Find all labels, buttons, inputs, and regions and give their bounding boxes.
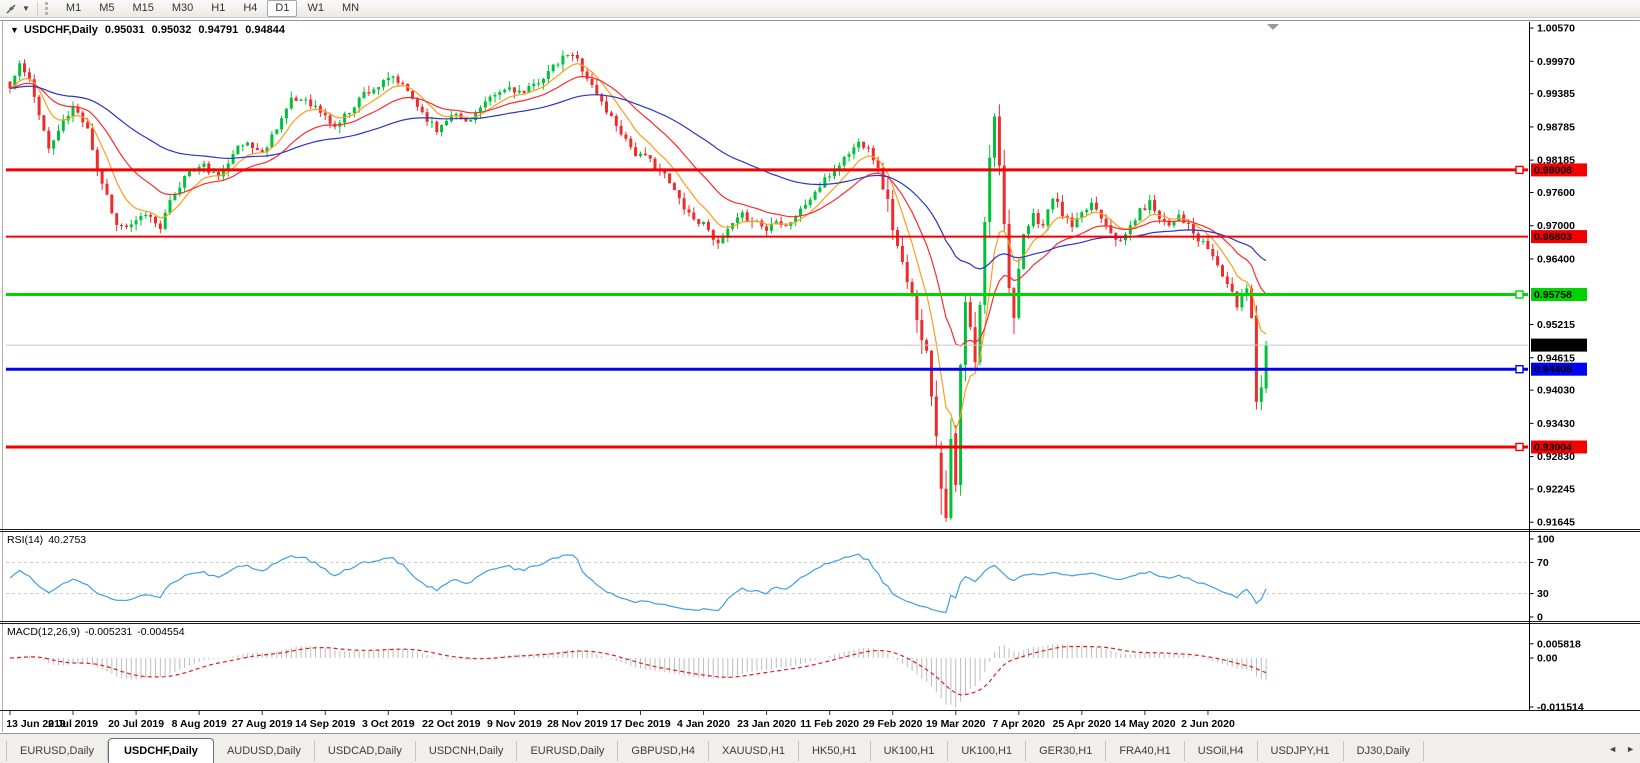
svg-text:0.96803: 0.96803 [1534, 231, 1572, 243]
chart-tab-usdchf-daily[interactable]: USDCHF,Daily [107, 738, 214, 763]
svg-text:0.94408: 0.94408 [1534, 364, 1572, 376]
chart-tab-dj30-daily[interactable]: DJ30,Daily [1344, 741, 1424, 761]
symbol-label: USDCHF,Daily [23, 24, 98, 36]
svg-text:19 Mar 2020: 19 Mar 2020 [926, 718, 986, 730]
svg-text:70: 70 [1537, 557, 1549, 569]
chart-tab-audusd-daily[interactable]: AUDUSD,Daily [214, 741, 315, 761]
timeframe-button-h4[interactable]: H4 [235, 0, 265, 17]
svg-text:0.97600: 0.97600 [1537, 187, 1575, 199]
svg-text:0.98008: 0.98008 [1534, 164, 1572, 176]
rsi-name: RSI(14) [7, 534, 44, 546]
svg-text:0.93004: 0.93004 [1534, 442, 1572, 454]
svg-text:0.94615: 0.94615 [1537, 352, 1575, 364]
svg-text:0.94844: 0.94844 [1534, 340, 1572, 352]
timeframe-button-h1[interactable]: H1 [203, 0, 233, 17]
top-toolbar: ▼ M1 M5 M15 M30 H1 H4 D1 W1 MN [0, 0, 1640, 18]
svg-text:0.96400: 0.96400 [1537, 253, 1575, 265]
svg-text:2 Jun 2020: 2 Jun 2020 [1181, 718, 1235, 730]
svg-text:0.93430: 0.93430 [1537, 418, 1575, 430]
svg-text:25 Apr 2020: 25 Apr 2020 [1053, 718, 1112, 730]
svg-text:29 Feb 2020: 29 Feb 2020 [863, 718, 923, 730]
rsi-label: RSI(14) 40.2753 [7, 534, 86, 546]
timeframe-button-d1[interactable]: D1 [267, 0, 298, 17]
chart-window: 1.00570 0.99970 0.99385 0.98785 0.98185 0.976… [0, 18, 1640, 733]
svg-text:7 Apr 2020: 7 Apr 2020 [992, 718, 1045, 730]
svg-text:100: 100 [1537, 534, 1555, 546]
chart-tab-usdcnh-daily[interactable]: USDCNH,Daily [416, 741, 518, 761]
tab-scroll-right-icon[interactable]: ► [1626, 744, 1635, 754]
svg-text:0.99970: 0.99970 [1537, 56, 1575, 68]
chart-tabs: EURUSD,Daily USDCHF,Daily AUDUSD,Daily USDC… [0, 734, 1424, 763]
svg-text:4 Jan 2020: 4 Jan 2020 [677, 718, 730, 730]
svg-text:30: 30 [1537, 588, 1549, 600]
svg-text:-0.011514: -0.011514 [1537, 702, 1584, 714]
chart-tab-eurusd-daily[interactable]: EURUSD,Daily [517, 741, 619, 761]
svg-text:23 Jan 2020: 23 Jan 2020 [737, 718, 796, 730]
macd-main-value: -0.005231 [84, 626, 133, 638]
svg-text:0.95758: 0.95758 [1534, 289, 1572, 301]
chart-tab-uk100-h1[interactable]: UK100,H1 [871, 741, 949, 761]
svg-text:11 Feb 2020: 11 Feb 2020 [800, 718, 859, 730]
timeframe-button-w1[interactable]: W1 [299, 0, 332, 17]
macd-name: MACD(12,26,9) [7, 626, 80, 638]
svg-text:0.98785: 0.98785 [1537, 121, 1575, 133]
svg-text:3 Oct 2019: 3 Oct 2019 [362, 718, 415, 730]
svg-text:0.92245: 0.92245 [1537, 484, 1575, 496]
chart-tab-xauusd-h1[interactable]: XAUUSD,H1 [709, 741, 799, 761]
svg-text:0.95215: 0.95215 [1537, 319, 1575, 331]
timeframe-button-m30[interactable]: M30 [164, 0, 201, 17]
tab-scroll-arrows: ◄ ► [1608, 744, 1635, 754]
svg-text:9 Nov 2019: 9 Nov 2019 [487, 718, 542, 730]
tab-scroll-left-icon[interactable]: ◄ [1608, 744, 1617, 754]
chart-tab-usdcad-daily[interactable]: USDCAD,Daily [315, 741, 416, 761]
chart-tabs-bar: EURUSD,Daily USDCHF,Daily AUDUSD,Daily USDC… [0, 733, 1640, 763]
chart-tab-usdjpy-h1[interactable]: USDJPY,H1 [1258, 741, 1344, 761]
svg-text:14 Sep 2019: 14 Sep 2019 [295, 718, 355, 730]
mt4-window: ▼ M1 M5 M15 M30 H1 H4 D1 W1 MN 1.00570 0.99970 0.9… [0, 0, 1640, 763]
svg-text:28 Nov 2019: 28 Nov 2019 [547, 718, 608, 730]
chart-tab-gbpusd-h4[interactable]: GBPUSD,H4 [618, 741, 709, 761]
timeframe-button-m15[interactable]: M15 [124, 0, 161, 17]
timeframe-button-m5[interactable]: M5 [91, 0, 122, 17]
svg-text:1.00570: 1.00570 [1537, 23, 1575, 35]
svg-text:0.91645: 0.91645 [1537, 517, 1575, 529]
toolbar-separator [36, 1, 38, 16]
ohlc-close-value: 0.94844 [245, 24, 285, 36]
chart-tab-hk50-h1[interactable]: HK50,H1 [799, 741, 871, 761]
svg-text:0.99385: 0.99385 [1537, 88, 1575, 100]
svg-text:8 Aug 2019: 8 Aug 2019 [172, 718, 227, 730]
chart-tab-uk100-h1[interactable]: UK100,H1 [948, 741, 1027, 761]
svg-text:20 Jul 2019: 20 Jul 2019 [108, 718, 164, 730]
chart-canvas[interactable]: 1.005700.999700.993850.987850.981850.976… [0, 18, 1640, 733]
macd-signal-value: -0.004554 [137, 626, 185, 638]
chart-tab-fra40-h1[interactable]: FRA40,H1 [1106, 741, 1185, 761]
svg-text:0: 0 [1537, 612, 1543, 624]
ohlc-open-value: 0.95031 [104, 24, 145, 36]
chart-tab-usoil-h4[interactable]: USOil,H4 [1185, 741, 1258, 761]
chart-title: ▼ USDCHF,Daily 0.95031 0.95032 0.94791 0.9484… [10, 24, 285, 36]
svg-text:17 Dec 2019: 17 Dec 2019 [610, 718, 670, 730]
chart-tab-eurusd-daily[interactable]: EURUSD,Daily [6, 741, 108, 761]
svg-text:22 Oct 2019: 22 Oct 2019 [422, 718, 481, 730]
svg-text:0.005818: 0.005818 [1537, 638, 1581, 650]
cursor-tool-dropdown-icon[interactable]: ▼ [22, 4, 30, 13]
timeframe-button-group: M1 M5 M15 M30 H1 H4 D1 W1 MN [58, 0, 367, 17]
toolbar-grip [44, 2, 51, 15]
svg-text:0.94030: 0.94030 [1537, 385, 1575, 397]
cursor-tool-icon[interactable] [3, 2, 19, 16]
timeframe-button-m1[interactable]: M1 [58, 0, 89, 17]
svg-text:27 Aug 2019: 27 Aug 2019 [232, 718, 293, 730]
timeframe-button-mn[interactable]: MN [334, 0, 367, 17]
rsi-value: 40.2753 [48, 534, 87, 546]
macd-label: MACD(12,26,9) -0.005231 -0.004554 [7, 626, 185, 638]
ohlc-low-value: 0.94791 [198, 24, 239, 36]
svg-text:0.00: 0.00 [1537, 653, 1558, 665]
ohlc-high-value: 0.95032 [151, 24, 192, 36]
chart-tab-ger30-h1[interactable]: GER30,H1 [1026, 741, 1107, 761]
symbol-dropdown-icon[interactable]: ▼ [10, 25, 19, 35]
svg-text:2 Jul 2019: 2 Jul 2019 [48, 718, 98, 730]
svg-text:14 May 2020: 14 May 2020 [1114, 718, 1175, 730]
